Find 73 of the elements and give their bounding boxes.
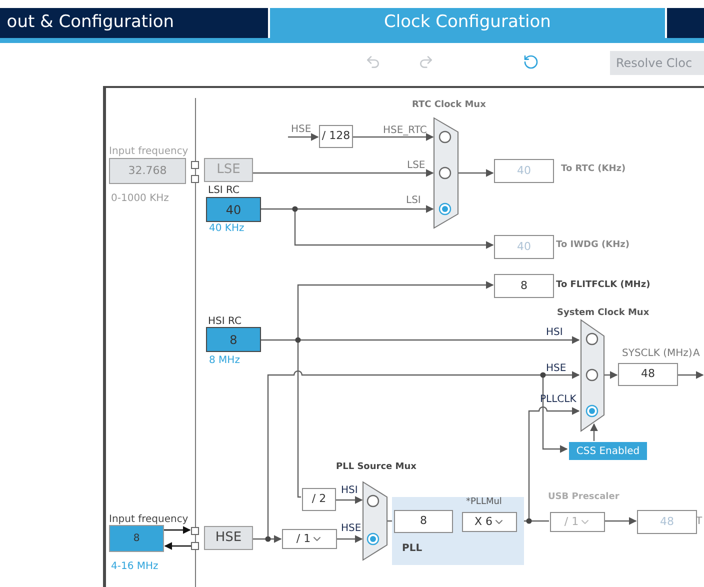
output-value-box: 48 (637, 510, 697, 534)
oscillator-box: LSE (204, 158, 253, 182)
frequency-field[interactable]: 8 (206, 327, 261, 352)
pin-square (191, 161, 199, 169)
output-value-box: 40 (494, 159, 554, 183)
pin-square (191, 175, 199, 183)
frequency-label: 40 KHz (209, 222, 244, 236)
junction-dot (526, 518, 532, 524)
multiplier-dropdown[interactable]: X 6 (462, 512, 517, 532)
radio-button[interactable] (438, 166, 452, 180)
dropdown-value: X 6 (474, 514, 493, 530)
signal-label: LSE (407, 159, 426, 173)
pin-square (191, 542, 199, 550)
signal-label: HSI (546, 326, 563, 340)
field-label: Input frequency (109, 513, 188, 527)
signal-label: HSI (341, 484, 358, 498)
signal-label: HSE (546, 362, 566, 376)
signal-label: LSI (406, 194, 421, 208)
radio-button[interactable] (438, 202, 452, 216)
mux-title: PLL Source Mux (336, 461, 416, 474)
refresh-icon (523, 54, 539, 70)
css-enabled-button[interactable]: CSS Enabled (569, 442, 647, 460)
output-label: To RTC (KHz) (561, 163, 626, 176)
radio-button[interactable] (366, 532, 380, 546)
junction-dot (540, 372, 546, 378)
output-label: To IWDG (KHz) (556, 239, 630, 252)
junction-dot (265, 536, 271, 542)
pll-input-box: 8 (394, 510, 453, 533)
output-value-box: 48 (618, 363, 678, 386)
pll-title: PLL (402, 542, 422, 556)
block-title: HSI RC (208, 315, 242, 329)
connector-line (590, 423, 598, 441)
output-value-box: 8 (494, 274, 554, 298)
range-label: 4-16 MHz (111, 560, 158, 574)
signal-label: HSE (341, 522, 362, 536)
undo-icon (365, 54, 381, 70)
output-label: SYSCLK (MHz) (622, 347, 692, 361)
output-label: A (693, 347, 700, 361)
junction-dot (295, 337, 301, 343)
frequency-field[interactable]: 40 (206, 197, 261, 222)
mux-title: RTC Clock Mux (412, 99, 486, 112)
frequency-label: 8 MHz (209, 354, 240, 368)
pin-square (191, 527, 199, 535)
frequency-field[interactable]: 8 (109, 525, 164, 552)
multiplier-label: *PLLMul (466, 496, 502, 509)
redo-icon (418, 54, 434, 70)
output-value-box: 40 (494, 235, 554, 259)
connector-line (288, 133, 319, 141)
output-label: To FLITFCLK (MHz) (556, 279, 650, 292)
mux-title: System Clock Mux (557, 307, 650, 320)
block-title: LSI RC (208, 184, 240, 198)
connector-line (164, 542, 192, 550)
range-label: 0-1000 KHz (111, 192, 169, 206)
connector-line (604, 517, 637, 525)
tab[interactable]: Clock Configuration (270, 8, 667, 38)
radio-button[interactable] (586, 368, 598, 382)
connector-line (458, 169, 494, 177)
divider-dropdown[interactable]: / 1 (282, 529, 337, 549)
connector-line (604, 371, 618, 379)
field-label: Input frequency (109, 145, 188, 159)
radio-button[interactable] (586, 404, 598, 418)
block-title: USB Prescaler (548, 491, 620, 504)
connector-line (677, 371, 704, 379)
dropdown-value: / 1 (296, 530, 311, 547)
dropdown-value: / 1 (564, 514, 579, 530)
signal-label: HSE_RTC (383, 124, 427, 138)
oscillator-box: HSE (204, 526, 253, 550)
radio-button[interactable] (438, 130, 452, 144)
junction-dot (292, 206, 298, 212)
signal-label: HSE (291, 123, 312, 137)
connector-line (163, 526, 191, 534)
radio-button[interactable] (366, 494, 380, 508)
radio-button[interactable] (586, 332, 598, 346)
